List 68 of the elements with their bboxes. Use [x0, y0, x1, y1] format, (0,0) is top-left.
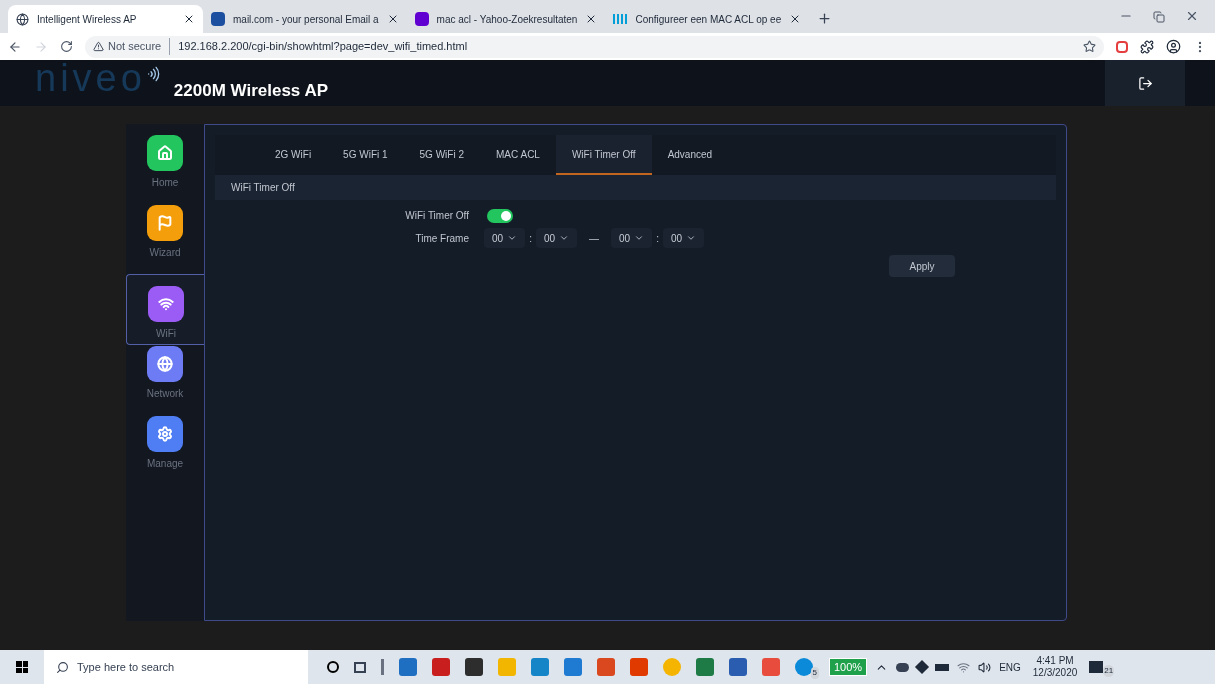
restore-icon[interactable] [1153, 11, 1165, 23]
toggle-switch[interactable] [487, 208, 513, 223]
sidebar-item[interactable]: WiFi [126, 274, 205, 345]
browser-tab[interactable]: Configureer een MAC ACL op ee [605, 5, 810, 33]
windows-icon[interactable] [16, 661, 28, 673]
battery-indicator: 100% [829, 657, 868, 677]
count-badge: 21 [1103, 665, 1115, 677]
time-select[interactable]: 00 [611, 228, 653, 248]
chevron-down-icon [634, 233, 645, 243]
field-label: Time Frame [414, 231, 469, 246]
browser-tab[interactable]: Intelligent Wireless AP [8, 5, 203, 33]
volume-icon[interactable] [978, 660, 992, 674]
extension-icon[interactable] [1116, 40, 1128, 53]
new-tab-icon[interactable] [817, 11, 833, 26]
globe-icon [16, 12, 29, 26]
sidebar-item[interactable]: Wizard [126, 204, 204, 274]
apply-button[interactable]: Apply [889, 255, 955, 277]
time-select[interactable]: 00 [535, 228, 578, 248]
tab[interactable]: 2G WiFi [259, 135, 328, 175]
cortana-icon[interactable] [327, 661, 339, 673]
tab-title: mail.com - your personal Email a [233, 12, 379, 27]
sidebar-item[interactable]: Manage [126, 415, 204, 485]
tab-title: mac acl - Yahoo-Zoekresultaten [436, 12, 578, 27]
tab[interactable]: 5G WiFi 2 [403, 135, 480, 175]
separator-text: : [529, 231, 532, 246]
task-view-icon[interactable] [354, 661, 366, 673]
time-select[interactable]: 00 [484, 228, 526, 248]
app-title: 2200M Wireless AP [173, 79, 329, 102]
sidebar-item[interactable]: Home [126, 134, 204, 204]
separator-text: — [589, 231, 600, 246]
wifi-icon[interactable] [957, 660, 971, 674]
language-indicator[interactable]: ENG [999, 659, 1021, 675]
url-text: 192.168.2.200/cgi-bin/showhtml?page=dev_wifi_timed.html [169, 38, 468, 55]
tab[interactable]: 5G WiFi 1 [327, 135, 404, 175]
search-icon [56, 660, 69, 674]
back-icon[interactable] [8, 39, 22, 54]
separator-text: : [656, 231, 659, 246]
profile-icon[interactable] [1166, 39, 1181, 54]
tab-title: Intelligent Wireless AP [37, 12, 138, 27]
sidebar-item[interactable]: Network [126, 345, 204, 415]
clock[interactable]: 4:41 PM 12/3/2020 [1032, 655, 1078, 679]
bars-icon [613, 14, 628, 24]
tab[interactable]: WiFi Timer Off [555, 135, 652, 175]
signal-icon [145, 66, 162, 82]
skype-icon[interactable] [795, 658, 813, 676]
logo: niveo [35, 58, 146, 98]
search-field[interactable]: Type here to search [44, 650, 308, 684]
close-icon[interactable] [183, 13, 195, 25]
star-icon[interactable] [1083, 40, 1096, 53]
tab[interactable]: Advanced [651, 135, 729, 175]
chevron-down-icon [686, 233, 697, 243]
count-badge: 5 [810, 667, 819, 679]
browser-tab[interactable]: mac acl - Yahoo-Zoekresultaten [406, 5, 606, 33]
app-icon[interactable] [465, 658, 483, 676]
tab[interactable]: MAC ACL [480, 135, 556, 175]
warning-icon [93, 41, 104, 52]
field-label: WiFi Timer Off [405, 209, 469, 223]
browser-tab[interactable]: mail.com - your personal Email a [203, 5, 407, 33]
address-bar[interactable]: Not secure 192.168.2.200/cgi-bin/showhtml?page=dev_wifi_timed.html [85, 35, 1104, 58]
logout-icon[interactable] [1137, 75, 1153, 91]
section-header: WiFi Timer Off [215, 175, 1056, 200]
tab-title: Configureer een MAC ACL op ee [635, 12, 782, 27]
chevron-down-icon [507, 233, 518, 243]
puzzle-icon[interactable] [1140, 39, 1154, 54]
time-select[interactable]: 00 [662, 228, 705, 248]
reload-icon[interactable] [60, 40, 73, 53]
security-label: Not secure [108, 39, 162, 55]
chevron-down-icon [559, 233, 570, 243]
